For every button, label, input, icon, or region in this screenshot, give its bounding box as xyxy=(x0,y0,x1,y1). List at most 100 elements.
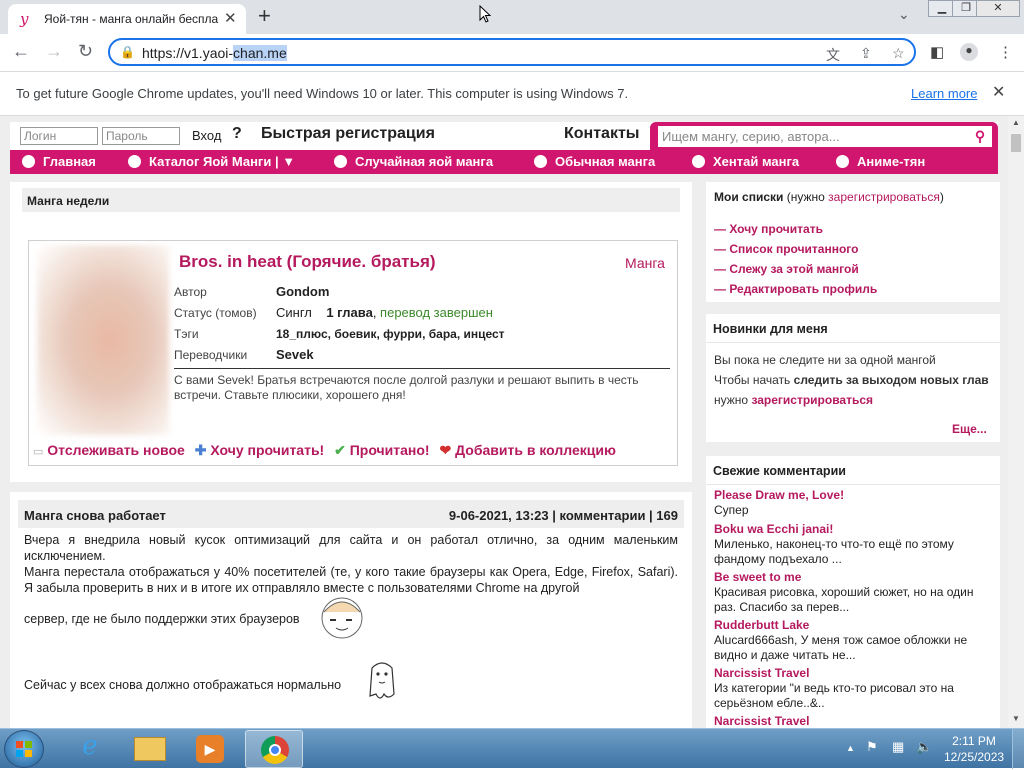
windows-logo-icon xyxy=(16,741,32,757)
file-explorer-icon[interactable] xyxy=(134,737,166,761)
comment-title-link[interactable]: Rudderbutt Lake xyxy=(714,618,994,633)
comment-item: Narcissist Travel Из категории "и ведь кт… xyxy=(714,666,994,714)
page-scrollbar[interactable]: ▲ ▼ xyxy=(1008,116,1024,728)
url-text[interactable]: https://v1.yaoi-chan.me xyxy=(142,45,287,61)
chrome-icon xyxy=(261,736,289,764)
quick-register-link[interactable]: Быстрая регистрация xyxy=(261,125,435,143)
reload-icon[interactable]: ↻ xyxy=(78,41,93,62)
update-infobar: To get future Google Chrome updates, you… xyxy=(0,72,1024,116)
list-item[interactable]: — Редактировать профиль xyxy=(714,279,877,299)
back-arrow-icon[interactable]: ← xyxy=(12,41,30,62)
tags-label: Тэги xyxy=(174,327,199,341)
news-paragraph: Сейчас у всех снова должно отображаться … xyxy=(24,678,342,692)
section-title: Манга недели xyxy=(22,188,680,212)
nav-bullet-icon xyxy=(334,155,347,168)
internet-explorer-icon[interactable]: e xyxy=(70,731,110,767)
tab-search-chevron-icon[interactable]: ⌄ xyxy=(898,6,910,23)
news-body: Вчера я внедрила новый кусок оптимизаций… xyxy=(24,532,678,596)
more-link[interactable]: Еще... xyxy=(952,422,987,436)
comment-title-link[interactable]: Narcissist Travel xyxy=(714,714,994,728)
new-for-me-title: Новинки для меня xyxy=(708,316,998,340)
chrome-taskbar-button[interactable] xyxy=(245,730,303,768)
clock[interactable]: 2:11 PM 12/25/2023 xyxy=(944,733,1004,765)
manga-description: С вами Sevek! Братья встречаются после д… xyxy=(174,373,639,402)
register-link[interactable]: зарегистрироваться xyxy=(751,393,873,407)
close-window-button[interactable]: ✕ xyxy=(976,0,1020,17)
nav-regular-manga[interactable]: Обычная манга xyxy=(534,154,655,169)
volume-muted-icon[interactable]: 🔈 xyxy=(916,739,932,755)
list-item[interactable]: — Хочу прочитать xyxy=(714,219,877,239)
share-icon[interactable]: ⇪ xyxy=(860,45,872,62)
comment-item: Narcissist Travel xyxy=(714,714,994,728)
chevron-down-icon[interactable]: ▼ xyxy=(282,154,295,169)
want-to-read-button[interactable]: ✚ Хочу прочитать! xyxy=(195,442,325,458)
login-button[interactable]: Вход xyxy=(192,128,221,143)
login-input[interactable]: Логин xyxy=(20,127,98,145)
track-new-button[interactable]: ▭ Отслеживать новое xyxy=(33,442,185,458)
side-panel-icon[interactable]: ◧ xyxy=(930,43,944,61)
menu-dots-icon[interactable]: ⋮ xyxy=(998,43,1013,61)
list-item[interactable]: — Список прочитанного xyxy=(714,239,877,259)
manga-actions: ▭ Отслеживать новое ✚ Хочу прочитать! ✔ … xyxy=(33,442,673,459)
translate-icon[interactable]: 文 xyxy=(826,45,840,65)
tags-list[interactable]: 18_плюс, боевик, фурри, бара, инцест xyxy=(276,327,505,341)
show-hidden-icons-icon[interactable]: ▲ xyxy=(846,743,855,753)
manga-title-link[interactable]: Bros. in heat (Горячие. братья) xyxy=(179,252,436,272)
nav-random[interactable]: Случайная яой манга xyxy=(334,154,493,169)
translator-link[interactable]: Sevek xyxy=(276,347,314,362)
mouse-cursor-icon xyxy=(479,5,491,23)
windows-taskbar: e ▶ ▲ ⚑ ▦ 🔈 2:11 PM 12/25/2023 xyxy=(0,728,1024,769)
bookmark-star-icon[interactable]: ☆ xyxy=(892,45,905,62)
scroll-down-icon[interactable]: ▼ xyxy=(1012,714,1020,723)
comment-text: Миленько, наконец-то что-то ещё по этому… xyxy=(714,537,954,566)
comment-title-link[interactable]: Boku wa Ecchi janai! xyxy=(714,522,994,537)
author-link[interactable]: Gondom xyxy=(276,284,329,299)
news-title[interactable]: Манга снова работает xyxy=(24,508,166,523)
manga-cover-image[interactable] xyxy=(37,245,169,435)
media-player-icon[interactable]: ▶ xyxy=(196,735,224,763)
close-infobar-icon[interactable]: ✕ xyxy=(992,82,1005,102)
check-icon: ✔ xyxy=(334,442,346,458)
nav-catalog[interactable]: Каталог Яой Манги | ▼ xyxy=(128,154,295,169)
nav-home[interactable]: Главная xyxy=(22,154,96,169)
forward-arrow-icon[interactable]: → xyxy=(45,41,63,62)
scroll-up-icon[interactable]: ▲ xyxy=(1012,118,1020,127)
manga-of-week-card: Манга недели Bros. in heat (Горячие. бра… xyxy=(10,182,692,482)
comment-text: Супер xyxy=(714,503,749,517)
nav-bullet-icon xyxy=(692,155,705,168)
manga-type-link[interactable]: Манга xyxy=(625,255,665,271)
news-meta[interactable]: 9-06-2021, 13:23 | комментарии | 169 xyxy=(449,508,678,523)
learn-more-link[interactable]: Learn more xyxy=(911,86,977,101)
password-input[interactable]: Пароль xyxy=(102,127,180,145)
register-link[interactable]: зарегистрироваться xyxy=(828,190,940,204)
search-icon[interactable]: ⚲ xyxy=(968,126,992,147)
profile-avatar-icon[interactable]: ● xyxy=(960,43,978,61)
search-input[interactable]: Ищем мангу, серию, автора... xyxy=(658,126,968,147)
address-bar[interactable]: 🔒 https://v1.yaoi-chan.me 文 ⇪ ☆ xyxy=(108,38,916,66)
tab-strip: y Яой-тян - манга онлайн беспла ✕ + ⌄ ▁ … xyxy=(0,0,1024,34)
new-tab-button[interactable]: + xyxy=(258,3,271,29)
comment-item: Please Draw me, Love! Супер xyxy=(714,488,994,522)
heart-icon: ❤ xyxy=(439,442,452,458)
read-button[interactable]: ✔ Прочитано! xyxy=(334,442,430,458)
contacts-link[interactable]: Контакты xyxy=(564,125,639,143)
track-icon: ▭ xyxy=(33,446,44,458)
browser-tab[interactable]: y Яой-тян - манга онлайн беспла ✕ xyxy=(8,4,246,34)
start-button[interactable] xyxy=(4,730,44,768)
nav-anime[interactable]: Аниме-тян xyxy=(836,154,925,169)
add-to-collection-button[interactable]: ❤ Добавить в коллекцию xyxy=(440,442,616,458)
help-link[interactable]: ? xyxy=(232,125,242,143)
search-box: Ищем мангу, серию, автора... ⚲ xyxy=(650,122,998,152)
network-icon[interactable]: ▦ xyxy=(892,739,904,755)
comment-title-link[interactable]: Narcissist Travel xyxy=(714,666,994,681)
comment-text: Из категории "и ведь кто-то рисовал это … xyxy=(714,681,954,710)
nav-hentai[interactable]: Хентай манга xyxy=(692,154,799,169)
action-center-flag-icon[interactable]: ⚑ xyxy=(866,739,878,755)
show-desktop-button[interactable] xyxy=(1012,729,1024,769)
scroll-thumb[interactable] xyxy=(1011,134,1021,152)
list-item[interactable]: — Слежу за этой мангой xyxy=(714,259,877,279)
comment-title-link[interactable]: Be sweet to me xyxy=(714,570,994,585)
close-tab-icon[interactable]: ✕ xyxy=(224,9,237,27)
news-card: Манга снова работает 9-06-2021, 13:23 | … xyxy=(10,492,692,728)
comment-title-link[interactable]: Please Draw me, Love! xyxy=(714,488,994,503)
